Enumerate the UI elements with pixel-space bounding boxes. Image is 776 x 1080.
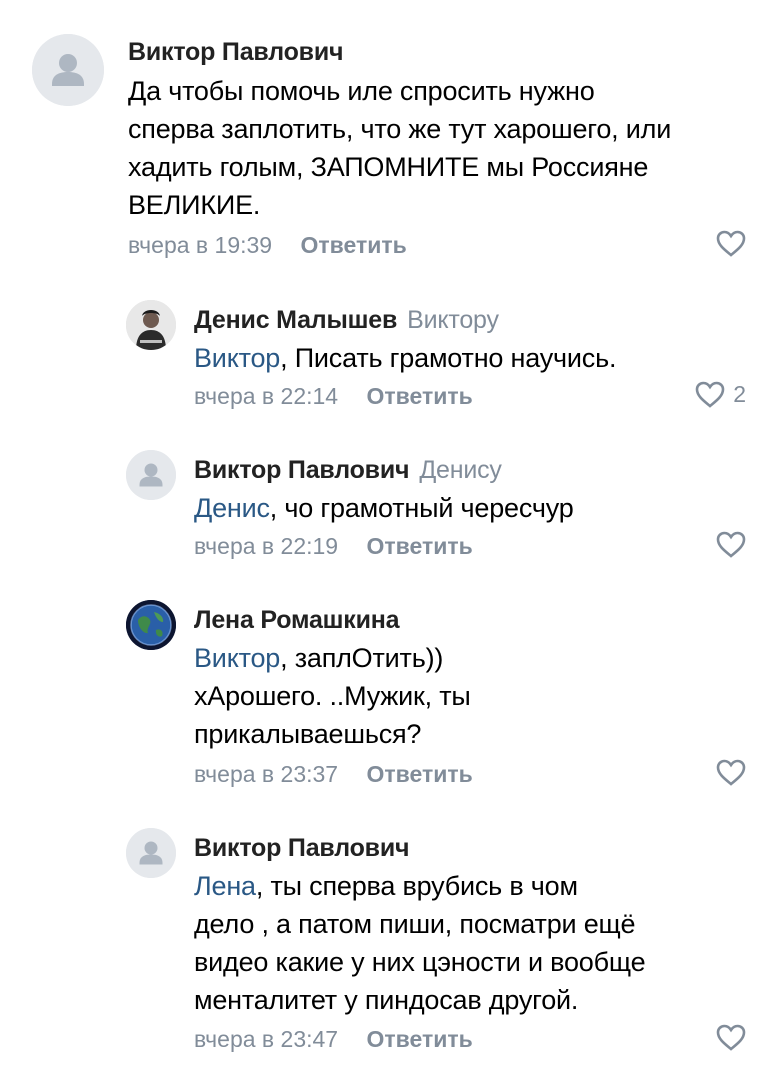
text-line: , заплОтить)) <box>280 643 444 673</box>
comment-meta: вчера в 23:47 Ответить <box>194 1026 473 1053</box>
text-line: Виктор, заплОтить)) <box>194 639 744 677</box>
avatar[interactable] <box>126 300 176 350</box>
comment-author: Лена Ромашкина <box>194 606 400 635</box>
heart-icon <box>716 531 746 558</box>
reply-to[interactable]: Виктору <box>407 306 499 334</box>
reply-button[interactable]: Ответить <box>301 232 407 258</box>
like-button[interactable] <box>716 230 746 257</box>
like-button[interactable] <box>716 1024 746 1051</box>
text-line: менталитет у пиндосав другой. <box>194 985 579 1015</box>
reply-button[interactable]: Ответить <box>367 1026 473 1052</box>
comment-meta: вчера в 23:37 Ответить <box>194 761 473 788</box>
comment-meta: вчера в 22:14 Ответить <box>194 383 473 410</box>
text-line: хадить голым, ЗАПОМНИТЕ мы Россияне <box>128 152 649 182</box>
user-placeholder-icon <box>32 34 104 106</box>
text-line: ВЕЛИКИЕ. <box>128 190 261 220</box>
author-name[interactable]: Лена Ромашкина <box>194 606 400 634</box>
photo-avatar-icon <box>126 300 176 350</box>
text-line: Виктор, Писать грамотно научись. <box>194 339 744 377</box>
text-line: хАрошего. ..Мужик, ты <box>194 681 471 711</box>
user-placeholder-icon <box>126 828 176 878</box>
reply-button[interactable]: Ответить <box>367 761 473 787</box>
text-line: дело , а патом пиши, посматри ещё <box>194 909 636 939</box>
heart-icon <box>716 230 746 257</box>
mention-link[interactable]: Виктор <box>194 643 280 673</box>
text-line: , чо грамотный чересчур <box>269 493 574 523</box>
reply-to[interactable]: Денису <box>419 456 502 484</box>
timestamp[interactable]: вчера в 22:14 <box>194 383 338 409</box>
comment-3: Виктор Павлович Денису Денис, чо грамотны… <box>0 440 776 580</box>
comment-text: Виктор, заплОтить)) хАрошего. ..Мужик, т… <box>194 639 744 753</box>
comment-meta: вчера в 22:19 Ответить <box>194 533 473 560</box>
user-placeholder-icon <box>126 450 176 500</box>
earth-avatar-icon <box>126 600 176 650</box>
author-name[interactable]: Виктор Павлович <box>128 38 344 66</box>
reply-button[interactable]: Ответить <box>367 383 473 409</box>
avatar[interactable] <box>32 34 104 106</box>
like-button[interactable] <box>716 759 746 786</box>
comment-4: Лена Ромашкина Виктор, заплОтить)) хАрош… <box>0 590 776 810</box>
heart-icon <box>716 1024 746 1051</box>
author-name[interactable]: Виктор Павлович <box>194 834 410 862</box>
heart-icon <box>695 381 725 408</box>
text-line: , Писать грамотно научись. <box>280 343 617 373</box>
avatar[interactable] <box>126 450 176 500</box>
comment-text: Виктор, Писать грамотно научись. <box>194 339 744 377</box>
avatar[interactable] <box>126 828 176 878</box>
comment-author: Денис Малышев Виктору <box>194 306 499 335</box>
text-line: Да чтобы помочь иле спросить нужно <box>128 76 595 106</box>
timestamp[interactable]: вчера в 19:39 <box>128 232 272 258</box>
comment-text: Да чтобы помочь иле спросить нужно сперв… <box>128 72 748 224</box>
like-button[interactable] <box>716 531 746 558</box>
text-line: прикалываешься? <box>194 719 422 749</box>
mention-link[interactable]: Виктор <box>194 343 280 373</box>
comment-text: Лена, ты сперва врубись в чом дело , а п… <box>194 867 754 1019</box>
comment-author[interactable]: Виктор Павлович <box>128 38 344 67</box>
text-line: , ты сперва врубись в чом <box>255 871 578 901</box>
comment-text: Денис, чо грамотный чересчур <box>194 489 744 527</box>
comment-5: Виктор Павлович Лена, ты сперва врубись … <box>0 818 776 1080</box>
comment-1: Виктор Павлович Да чтобы помочь иле спро… <box>0 0 776 270</box>
timestamp[interactable]: вчера в 22:19 <box>194 533 338 559</box>
comment-meta: вчера в 19:39 Ответить <box>128 232 407 259</box>
text-line: Денис, чо грамотный чересчур <box>194 489 744 527</box>
like-count: 2 <box>733 381 746 407</box>
comment-author: Виктор Павлович Денису <box>194 456 502 485</box>
comment-author: Виктор Павлович <box>194 834 410 863</box>
timestamp[interactable]: вчера в 23:47 <box>194 1026 338 1052</box>
like-button[interactable]: 2 <box>695 381 746 408</box>
text-line: Лена, ты сперва врубись в чом <box>194 867 754 905</box>
author-name[interactable]: Виктор Павлович <box>194 456 410 484</box>
mention-link[interactable]: Денис <box>194 493 270 523</box>
mention-link[interactable]: Лена <box>194 871 256 901</box>
reply-button[interactable]: Ответить <box>367 533 473 559</box>
comment-2: Денис Малышев Виктору Виктор, Писать грам… <box>0 290 776 430</box>
avatar[interactable] <box>126 600 176 650</box>
author-name[interactable]: Денис Малышев <box>194 306 397 334</box>
text-line: сперва заплотить, что же тут харошего, и… <box>128 114 672 144</box>
timestamp[interactable]: вчера в 23:37 <box>194 761 338 787</box>
text-line: видео какие у них цэности и вообще <box>194 947 646 977</box>
heart-icon <box>716 759 746 786</box>
